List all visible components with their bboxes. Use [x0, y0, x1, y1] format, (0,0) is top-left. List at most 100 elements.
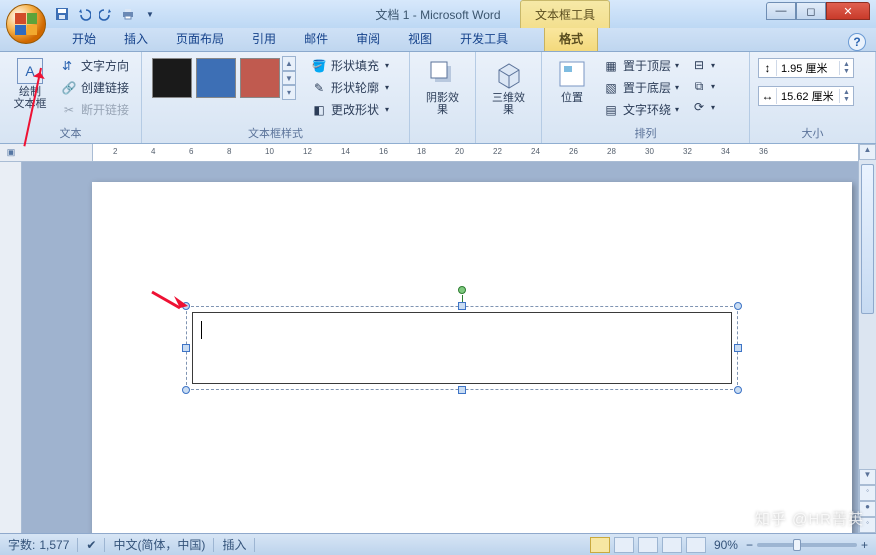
- view-full-screen[interactable]: [614, 537, 634, 553]
- vertical-scrollbar[interactable]: ▲ ▼ ◦ ● ◦: [858, 144, 876, 533]
- annotation-arrow-2: [150, 290, 190, 316]
- style-swatch-2[interactable]: [196, 58, 236, 98]
- tab-review[interactable]: 审阅: [342, 26, 394, 51]
- bring-front-button[interactable]: ▦置于顶层▾: [600, 56, 682, 75]
- handle-s[interactable]: [458, 386, 466, 394]
- tab-mailings[interactable]: 邮件: [290, 26, 342, 51]
- print-icon[interactable]: [120, 6, 136, 22]
- tab-developer[interactable]: 开发工具: [446, 26, 522, 51]
- ruler-corner[interactable]: ▣: [0, 144, 22, 162]
- spin-up-icon[interactable]: ▲: [839, 89, 853, 96]
- scroll-down-icon[interactable]: ▼: [859, 469, 876, 485]
- horizontal-ruler[interactable]: 24681012141618202224262830323436: [22, 144, 858, 162]
- view-web-layout[interactable]: [638, 537, 658, 553]
- svg-text:⇵: ⇵: [62, 59, 72, 73]
- ruler-tick: 30: [645, 147, 654, 156]
- shadow-effects-button[interactable]: 阴影效果: [418, 56, 467, 118]
- text-wrap-button[interactable]: ▤文字环绕▾: [600, 100, 682, 119]
- textbox-selection[interactable]: [192, 312, 732, 384]
- minimize-button[interactable]: ―: [766, 2, 796, 20]
- next-page-icon[interactable]: ◦: [859, 517, 876, 533]
- rotate-button[interactable]: ⟳▾: [688, 98, 718, 116]
- align-icon: ⊟: [691, 57, 707, 73]
- tab-home[interactable]: 开始: [58, 26, 110, 51]
- height-input[interactable]: ↕ ▲▼: [758, 58, 854, 78]
- spin-up-icon[interactable]: ▲: [839, 61, 853, 68]
- redo-icon[interactable]: [98, 6, 114, 22]
- spin-down-icon[interactable]: ▼: [839, 96, 853, 103]
- tab-references[interactable]: 引用: [238, 26, 290, 51]
- group-icon: ⧉: [691, 78, 707, 94]
- tab-view[interactable]: 视图: [394, 26, 446, 51]
- ruler-tick: 10: [265, 147, 274, 156]
- ruler-tick: 20: [455, 147, 464, 156]
- view-outline[interactable]: [662, 537, 682, 553]
- view-print-layout[interactable]: [590, 537, 610, 553]
- proofing-icon[interactable]: ✔: [86, 538, 96, 552]
- tab-page-layout[interactable]: 页面布局: [162, 26, 238, 51]
- cube-icon: [493, 58, 525, 90]
- gallery-more-icon[interactable]: ▾: [282, 85, 296, 100]
- height-field[interactable]: [777, 62, 839, 74]
- textbox[interactable]: [192, 312, 732, 384]
- group-styles-label: 文本框样式: [150, 125, 401, 141]
- ruler-tick: 2: [113, 147, 117, 156]
- zoom-slider[interactable]: [757, 543, 857, 547]
- zoom-level[interactable]: 90%: [714, 538, 738, 552]
- view-draft[interactable]: [686, 537, 706, 553]
- draw-textbox-label: 绘制 文本框: [14, 86, 47, 110]
- maximize-button[interactable]: ◻: [796, 2, 826, 20]
- word-count[interactable]: 1,577: [39, 538, 69, 552]
- style-swatch-3[interactable]: [240, 58, 280, 98]
- zoom-in-icon[interactable]: +: [861, 538, 868, 552]
- 3d-effects-button[interactable]: 三维效果: [484, 56, 533, 118]
- zoom-knob[interactable]: [793, 539, 801, 551]
- group-arrange-label: 排列: [550, 125, 741, 141]
- scroll-thumb[interactable]: [861, 164, 874, 314]
- browse-object-icon[interactable]: ●: [859, 501, 876, 517]
- width-field[interactable]: [777, 90, 839, 102]
- save-icon[interactable]: [54, 6, 70, 22]
- position-icon: [556, 58, 588, 90]
- style-swatch-1[interactable]: [152, 58, 192, 98]
- shape-fill-button[interactable]: 🪣形状填充▾: [308, 56, 392, 75]
- gallery-down-icon[interactable]: ▼: [282, 71, 296, 86]
- tab-format[interactable]: 格式: [544, 25, 598, 51]
- shape-outline-button[interactable]: ✎形状轮廓▾: [308, 78, 392, 97]
- undo-icon[interactable]: [76, 6, 92, 22]
- handle-se[interactable]: [734, 386, 742, 394]
- rotate-handle[interactable]: [458, 286, 466, 294]
- ruler-tick: 36: [759, 147, 768, 156]
- ruler-tick: 32: [683, 147, 692, 156]
- width-input[interactable]: ↔ ▲▼: [758, 86, 854, 106]
- handle-ne[interactable]: [734, 302, 742, 310]
- change-shape-button[interactable]: ◧更改形状▾: [308, 100, 392, 119]
- handle-w[interactable]: [182, 344, 190, 352]
- help-icon[interactable]: ?: [848, 33, 866, 51]
- spin-down-icon[interactable]: ▼: [839, 68, 853, 75]
- page[interactable]: [92, 182, 852, 533]
- position-button[interactable]: 位置: [550, 56, 594, 106]
- handle-e[interactable]: [734, 344, 742, 352]
- handle-n[interactable]: [458, 302, 466, 310]
- vertical-ruler[interactable]: [0, 162, 22, 533]
- draw-textbox-button[interactable]: A 绘制 文本框: [8, 56, 52, 112]
- document-area[interactable]: [22, 162, 858, 533]
- zoom-out-icon[interactable]: −: [746, 538, 753, 552]
- align-button[interactable]: ⊟▾: [688, 56, 718, 74]
- language-status[interactable]: 中文(简体，中国): [113, 536, 205, 553]
- prev-page-icon[interactable]: ◦: [859, 485, 876, 501]
- send-back-button[interactable]: ▧置于底层▾: [600, 78, 682, 97]
- create-link-button[interactable]: 🔗创建链接: [58, 78, 132, 97]
- office-button[interactable]: [6, 4, 46, 44]
- ruler-tick: 28: [607, 147, 616, 156]
- scroll-up-icon[interactable]: ▲: [859, 144, 876, 160]
- handle-sw[interactable]: [182, 386, 190, 394]
- gallery-up-icon[interactable]: ▲: [282, 56, 296, 71]
- tab-insert[interactable]: 插入: [110, 26, 162, 51]
- close-button[interactable]: ✕: [826, 2, 870, 20]
- text-direction-button[interactable]: ⇵文字方向: [58, 56, 132, 75]
- group-button[interactable]: ⧉▾: [688, 77, 718, 95]
- insert-mode[interactable]: 插入: [222, 536, 246, 553]
- qat-more-icon[interactable]: ▼: [142, 6, 158, 22]
